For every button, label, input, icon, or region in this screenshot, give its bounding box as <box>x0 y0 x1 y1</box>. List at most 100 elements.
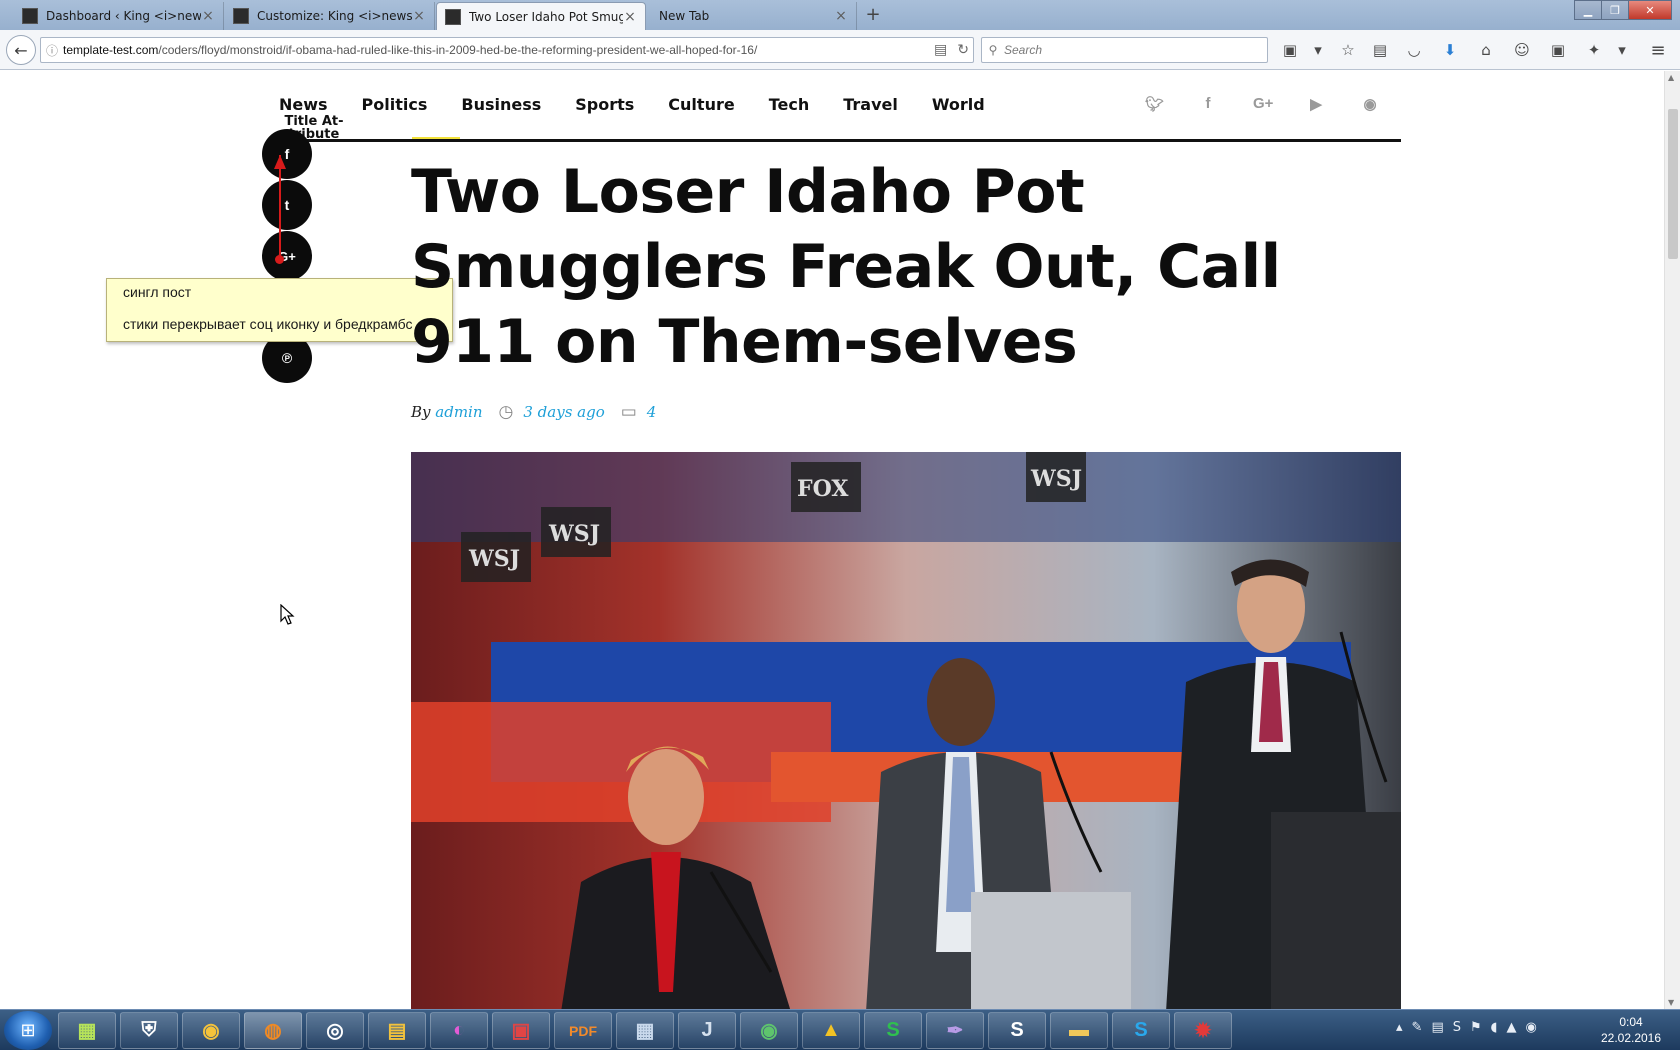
taskbar-app-ide-icon[interactable]: J <box>678 1012 736 1049</box>
pocket-icon[interactable]: ◡ <box>1400 36 1428 64</box>
nav-travel[interactable]: Travel <box>843 95 898 114</box>
taskbar-app-warning-icon[interactable]: ▲ <box>802 1012 860 1049</box>
twitter-icon[interactable]: t <box>262 180 312 230</box>
taskbar-app-notes-icon[interactable]: ▦ <box>58 1012 116 1049</box>
bookmark-star-icon[interactable]: ☆ <box>1334 36 1362 64</box>
dropdown-icon[interactable]: ▾ <box>1304 36 1332 64</box>
close-tab-icon[interactable]: × <box>201 8 215 24</box>
tab-title: Customize: King <i>news ... <box>257 9 412 23</box>
scroll-up-icon[interactable]: ▲ <box>1668 73 1674 82</box>
taskbar-app-game-icon[interactable]: ⛨ <box>120 1012 178 1049</box>
taskbar-app-firefox-icon[interactable]: ◍ <box>244 1012 302 1049</box>
nav-accent-bar <box>412 137 460 139</box>
web-page: News Politics Business Sports Culture Te… <box>0 71 1664 1009</box>
close-tab-icon[interactable]: × <box>623 9 637 25</box>
debate-stage-photo: WSJ WSJ FOX WSJ <box>411 452 1401 1009</box>
facebook-icon[interactable]: f <box>1199 95 1217 113</box>
downloads-icon[interactable]: ⬇ <box>1436 36 1464 64</box>
taskbar-app-folder-icon[interactable]: ▬ <box>1050 1012 1108 1049</box>
twitter-icon[interactable]: 🐦︎ <box>1145 95 1164 113</box>
annotation-arrow-icon <box>274 155 286 169</box>
clock-date: 22.02.2016 <box>1600 1031 1662 1045</box>
scrollbar-thumb[interactable] <box>1668 109 1678 259</box>
comment-count-link[interactable]: 4 <box>647 403 657 421</box>
nav-world[interactable]: World <box>932 95 985 114</box>
tab-customize[interactable]: Customize: King <i>news ... × <box>225 2 435 30</box>
taskbar-app-chrome-icon[interactable]: ◉ <box>182 1012 240 1049</box>
tab-article[interactable]: Two Loser Idaho Pot Smug... × <box>436 2 646 30</box>
nav-culture[interactable]: Culture <box>668 95 734 114</box>
tab-new-tab[interactable]: New Tab × <box>647 2 857 30</box>
reader-view-icon[interactable]: ▤ <box>934 41 947 58</box>
tray-flag-icon[interactable]: ⚑ <box>1470 1020 1482 1035</box>
taskbar-app-feather-icon[interactable]: ✒ <box>926 1012 984 1049</box>
annotation-line <box>279 155 281 259</box>
tab-dashboard[interactable]: Dashboard ‹ King <i>news ... × <box>14 2 224 30</box>
author-link[interactable]: admin <box>435 403 482 421</box>
taskbar-app-bug-icon[interactable]: ✹ <box>1174 1012 1232 1049</box>
start-button[interactable]: ⊞ <box>4 1011 52 1050</box>
close-tab-icon[interactable]: × <box>834 8 848 24</box>
scroll-down-icon[interactable]: ▼ <box>1668 998 1674 1007</box>
nav-news[interactable]: News <box>279 95 328 114</box>
taskbar-app-chrome-alt-icon[interactable]: ◉ <box>740 1012 798 1049</box>
taskbar-app-s-icon[interactable]: S <box>864 1012 922 1049</box>
extension-icon[interactable]: ▣ <box>1276 36 1304 64</box>
by-label: By <box>411 403 431 421</box>
back-button[interactable]: ← <box>6 35 36 65</box>
clock-time: 0:04 <box>1619 1015 1643 1029</box>
nav-politics[interactable]: Politics <box>362 95 428 114</box>
home-icon[interactable]: ⌂ <box>1472 36 1500 64</box>
tray-steam-icon[interactable]: ◉ <box>1526 1020 1537 1035</box>
annotation-dot <box>275 255 284 264</box>
taskbar-app-save-icon[interactable]: ▣ <box>492 1012 550 1049</box>
post-date-link[interactable]: 3 days ago <box>523 403 604 421</box>
taskbar-clock[interactable]: 0:04 22.02.2016 <box>1596 1014 1666 1046</box>
tray-volume-icon[interactable]: ◖ <box>1491 1020 1498 1035</box>
close-tab-icon[interactable]: × <box>412 8 426 24</box>
comment-icon: ▭ <box>620 402 637 422</box>
tray-app-icon[interactable]: S <box>1453 1020 1461 1035</box>
dropdown-icon[interactable]: ▾ <box>1608 36 1636 64</box>
taskbar-app-skype-icon[interactable]: S <box>1112 1012 1170 1049</box>
new-tab-button[interactable]: + <box>862 4 884 26</box>
search-input[interactable]: ⚲ Search <box>981 37 1268 63</box>
tray-language-icon[interactable]: ▤ <box>1431 1020 1443 1035</box>
tab-title: Two Loser Idaho Pot Smug... <box>469 9 623 24</box>
nav-sports[interactable]: Sports <box>575 95 634 114</box>
tray-expand-icon[interactable]: ▴ <box>1396 1020 1403 1035</box>
url-path: /coders/floyd/monstroid/if-obama-had-rul… <box>158 43 758 57</box>
nav-business[interactable]: Business <box>461 95 541 114</box>
chat-icon[interactable]: ☺ <box>1508 36 1536 64</box>
nav-tech[interactable]: Tech <box>769 95 810 114</box>
google-plus-icon[interactable]: G+ <box>262 231 312 281</box>
note-line-1: сингл пост <box>123 284 192 300</box>
reading-list-icon[interactable]: ▤ <box>1366 36 1394 64</box>
google-plus-icon[interactable]: G+ <box>1253 95 1273 113</box>
youtube-icon[interactable]: ▶ <box>1307 95 1325 113</box>
menu-icon[interactable]: ≡ <box>1644 36 1672 64</box>
tray-drive-icon[interactable]: ▲ <box>1507 1020 1517 1035</box>
reload-icon[interactable]: ↻ <box>957 41 969 58</box>
browser-tab-strip: Dashboard ‹ King <i>news ... × Customize… <box>0 0 1680 30</box>
tray-pen-icon[interactable]: ✎ <box>1412 1020 1423 1035</box>
puzzle-icon[interactable]: ✦ <box>1580 36 1608 64</box>
taskbar-app-pdf-icon[interactable]: PDF <box>554 1012 612 1049</box>
url-host: template-test.com <box>63 43 159 57</box>
rss-icon[interactable]: ◉ <box>1361 95 1379 113</box>
url-bar[interactable]: ⓘ template-test.com/coders/floyd/monstro… <box>40 37 974 63</box>
restore-button[interactable]: ❐ <box>1601 0 1629 20</box>
page-scrollbar[interactable]: ▲ ▼ <box>1664 71 1680 1009</box>
facebook-icon[interactable]: f <box>262 129 312 179</box>
taskbar-app-editor-icon[interactable]: ◐ <box>430 1012 488 1049</box>
browser-nav-bar: ← ⓘ template-test.com/coders/floyd/monst… <box>0 30 1680 70</box>
addon-icon[interactable]: ▣ <box>1544 36 1572 64</box>
minimize-button[interactable]: ▁ <box>1574 0 1602 20</box>
site-info-icon[interactable]: ⓘ <box>41 42 63 59</box>
taskbar-app-calculator-icon[interactable]: ▦ <box>616 1012 674 1049</box>
site-main-nav: News Politics Business Sports Culture Te… <box>279 95 1019 114</box>
taskbar-app-viewer-icon[interactable]: ◎ <box>306 1012 364 1049</box>
close-window-button[interactable]: ✕ <box>1628 0 1672 20</box>
taskbar-app-sublime-icon[interactable]: ▤ <box>368 1012 426 1049</box>
taskbar-app-skype-s-icon[interactable]: S <box>988 1012 1046 1049</box>
